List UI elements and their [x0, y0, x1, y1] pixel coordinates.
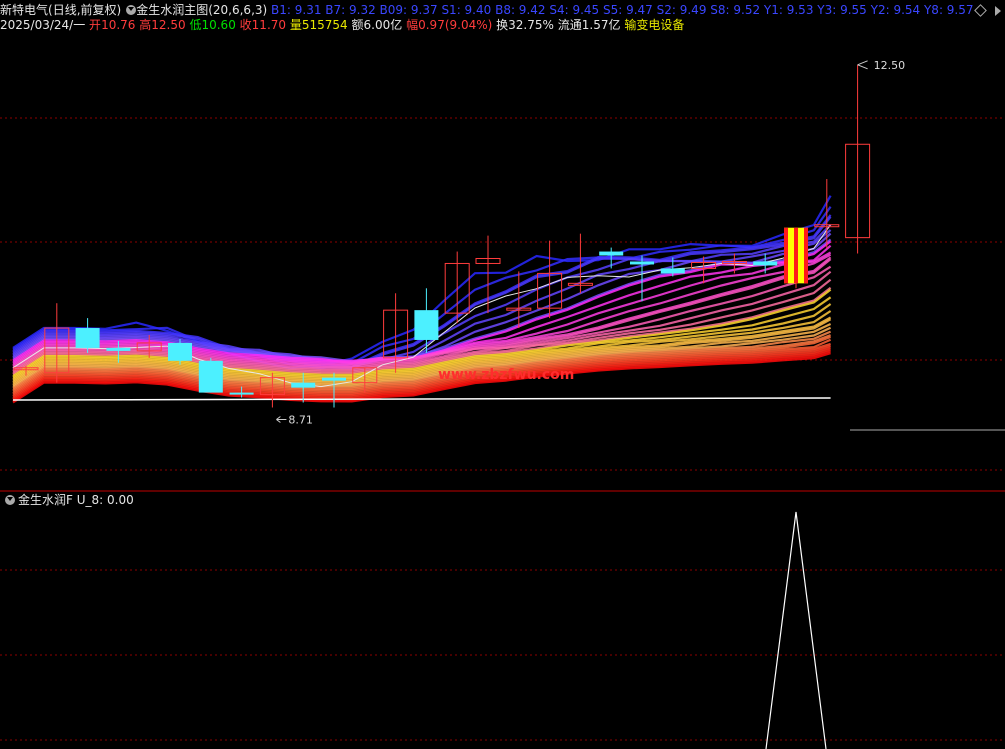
candle: [784, 227, 808, 289]
indicator-panel-name[interactable]: 金生水润F: [18, 493, 73, 507]
candle: [75, 318, 100, 353]
low-marker-arrow: [276, 416, 287, 423]
candle: [845, 64, 871, 254]
watermark: www.zbzfwu.com: [438, 367, 574, 383]
indicator-value: U_8: 0.00: [76, 493, 134, 507]
grid-lines: [0, 117, 1005, 741]
dropdown-icon[interactable]: [5, 495, 15, 505]
candle: [537, 240, 563, 319]
indicator-panel-title: 金生水润F U_8: 0.00: [0, 492, 134, 508]
kline-chart[interactable]: 12.50 8.71 www.zbzfwu.com: [0, 0, 1005, 749]
low-marker-label: 8.71: [288, 414, 313, 427]
u8-line: [765, 511, 827, 749]
candle: [198, 357, 223, 393]
ma-white-flat: [12, 397, 831, 401]
high-marker-arrow: [857, 60, 868, 70]
indicator-line: [765, 511, 827, 749]
high-marker-label: 12.50: [874, 59, 906, 72]
ma-ribbon: [12, 195, 832, 404]
